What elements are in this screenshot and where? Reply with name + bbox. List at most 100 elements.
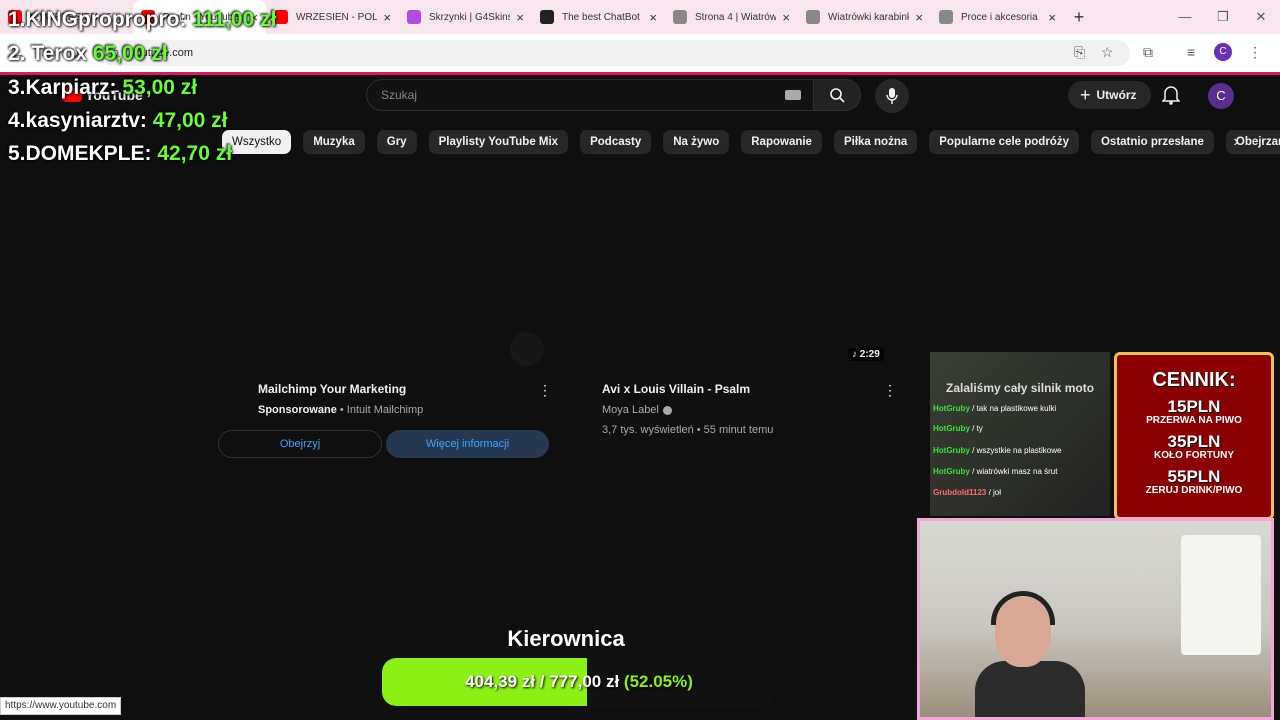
browser-tab[interactable]: Wiatrówki karabinki ×: [798, 0, 931, 34]
video-card: Avi x Louis Villain - Psalm Moya Label 3…: [602, 382, 773, 436]
goal-progress-bar: 404,39 zł / 777,00 zł (52.05%): [382, 658, 776, 706]
extensions-icon[interactable]: ⧉: [1143, 44, 1153, 61]
link-status-bar: https://www.youtube.com: [0, 697, 122, 715]
video-meta: 3,7 tys. wyświetleń • 55 minut temu: [602, 424, 774, 436]
donor-name: 1.KINGpropropro:: [8, 8, 187, 31]
tab-title: Wiatrówki karabinki: [828, 11, 910, 23]
verified-icon: [662, 405, 672, 415]
ad-more-options-icon[interactable]: ⋮: [538, 382, 552, 399]
search-input[interactable]: Szukaj: [366, 79, 814, 111]
chat-text: ty: [976, 424, 983, 433]
sponsored-label: Sponsorowane: [258, 404, 337, 416]
voice-search-button[interactable]: [875, 79, 909, 113]
profile-avatar[interactable]: C: [1214, 43, 1232, 61]
channel-name[interactable]: Moya Label: [602, 404, 659, 416]
notifications-button[interactable]: [1161, 85, 1181, 110]
plus-icon: +: [1080, 84, 1091, 105]
url-field[interactable]: ⚙ youtube.com: [100, 40, 1130, 66]
bookmark-star-icon[interactable]: ☆: [1101, 44, 1114, 61]
ad-sponsor-line: Sponsorowane • Intuit Mailchimp: [258, 404, 423, 416]
install-app-icon[interactable]: ⎘: [1074, 44, 1085, 61]
tab-favicon-icon: [673, 10, 687, 24]
chat-text: wszystkie na plastikowe: [976, 446, 1062, 455]
browser-tab[interactable]: Skrzynki | G4Skins ×: [399, 0, 532, 34]
headset-icon: [991, 591, 1055, 625]
chevron-right-icon[interactable]: ›: [1226, 130, 1246, 154]
close-window-icon[interactable]: ✕: [1242, 0, 1280, 34]
webcam-feed: [917, 518, 1274, 720]
donation-amount: 53,00 zł: [122, 76, 198, 99]
media-control-icon[interactable]: ≡: [1187, 44, 1195, 60]
tab-close-icon[interactable]: ×: [1048, 10, 1056, 25]
ad-title[interactable]: Mailchimp Your Marketing: [258, 382, 423, 396]
search-placeholder: Szukaj: [381, 88, 418, 102]
price-label: PRZERWA NA PIWO: [1146, 415, 1242, 426]
chip-5[interactable]: Na żywo: [663, 130, 730, 154]
browser-tab[interactable]: WRZESIEŃ - POL ×: [266, 0, 399, 34]
leaderboard-row: 5.DOMEKPLE: 42,70 zł: [8, 142, 232, 166]
video-duration: ♪ 2:29: [848, 348, 884, 361]
leaderboard-row: 3.Karpiarz: 53,00 zł: [8, 76, 197, 100]
chip-9[interactable]: Ostatnio przesłane: [1090, 130, 1214, 154]
chip-3[interactable]: Playlisty YouTube Mix: [428, 130, 569, 154]
chip-8[interactable]: Popularne cele podróży: [929, 130, 1079, 154]
browser-tab[interactable]: Proce i akcesoria ×: [931, 0, 1064, 34]
tab-title: Proce i akcesoria: [961, 11, 1038, 23]
create-button[interactable]: + Utwórz: [1068, 81, 1151, 109]
tab-favicon-icon: [939, 10, 953, 24]
loading-spinner: [510, 332, 544, 366]
room-window: [1181, 535, 1261, 655]
donation-amount: 65,00 zł: [92, 42, 168, 65]
donor-name: 5.DOMEKPLE:: [8, 142, 152, 165]
maximize-icon[interactable]: ❐: [1204, 0, 1242, 34]
tab-close-icon[interactable]: ×: [383, 10, 391, 25]
chat-message: HotGruby / tak na plastikowe kulki: [933, 404, 1057, 413]
chat-message: HotGruby / wszystkie na plastikowe: [933, 446, 1062, 455]
donation-amount: 42,70 zł: [157, 142, 233, 165]
address-bar-row: ← → ↻ ⚙ youtube.com ⎘ ☆ ⧉ ≡ C ⋮: [0, 34, 1280, 72]
price-label: ZERUJ DRINK/PIWO: [1145, 485, 1243, 496]
chip-7[interactable]: Piłka nożna: [833, 130, 918, 154]
price-list-panel: CENNIK: 15PLN PRZERWA NA PIWO 35PLN KOŁO FO…: [1114, 352, 1274, 520]
tab-close-icon[interactable]: ×: [782, 10, 790, 25]
tab-favicon-icon: [806, 10, 820, 24]
chip-1[interactable]: Muzyka: [303, 130, 365, 154]
video-more-options-icon[interactable]: ⋮: [883, 382, 897, 399]
chip-0[interactable]: Wszystko: [222, 130, 292, 154]
browser-tab[interactable]: Strona 4 | Wiatrówki ×: [665, 0, 798, 34]
more-info-button[interactable]: Więcej informacji: [386, 430, 549, 458]
goal-progress-text: 404,39 zł / 777,00 zł (52.05%): [382, 658, 776, 706]
new-tab-button[interactable]: +: [1064, 7, 1094, 28]
chip-4[interactable]: Podcasty: [580, 130, 652, 154]
donor-name: 4.kasyniarztv:: [8, 109, 147, 132]
goal-title: Kierownica: [507, 626, 625, 651]
price-value: 35PLN: [1167, 432, 1221, 451]
minimize-icon[interactable]: —: [1166, 0, 1204, 34]
donor-name: 3.Karpiarz:: [8, 76, 117, 99]
keyboard-icon[interactable]: [785, 90, 801, 100]
donor-name: 2. Terox: [8, 42, 87, 65]
watch-button[interactable]: Obejrzyj: [218, 430, 382, 458]
price-list-title: CENNIK:: [1152, 369, 1236, 391]
leaderboard-row: 4.kasyniarztv: 47,00 zł: [8, 109, 228, 133]
chip-6[interactable]: Rapowanie: [741, 130, 822, 154]
chat-username: HotGruby: [933, 424, 970, 433]
chat-username: HotGruby: [933, 467, 970, 476]
price-label: KOŁO FORTUNY: [1154, 450, 1234, 461]
chip-2[interactable]: Gry: [376, 130, 417, 154]
tab-favicon-icon: [407, 10, 421, 24]
tab-close-icon[interactable]: ×: [516, 10, 524, 25]
tab-close-icon[interactable]: ×: [915, 10, 923, 25]
stream-chat-overlay: Zalaliśmy cały silnik moto HotGruby / ta…: [930, 352, 1110, 516]
browser-menu-icon[interactable]: ⋮: [1248, 44, 1262, 61]
chat-text: wiatrówki masz na śrut: [976, 467, 1058, 476]
chat-username: HotGruby: [933, 446, 970, 455]
duration-text: 2:29: [859, 349, 880, 360]
browser-tab[interactable]: The best ChatBot ×: [532, 0, 665, 34]
video-title[interactable]: Avi x Louis Villain - Psalm: [602, 382, 773, 396]
search-button[interactable]: [813, 79, 861, 111]
tab-close-icon[interactable]: ×: [649, 10, 657, 25]
goal-separator: /: [539, 672, 545, 691]
microphone-icon: [886, 88, 898, 104]
account-avatar[interactable]: C: [1208, 83, 1234, 109]
